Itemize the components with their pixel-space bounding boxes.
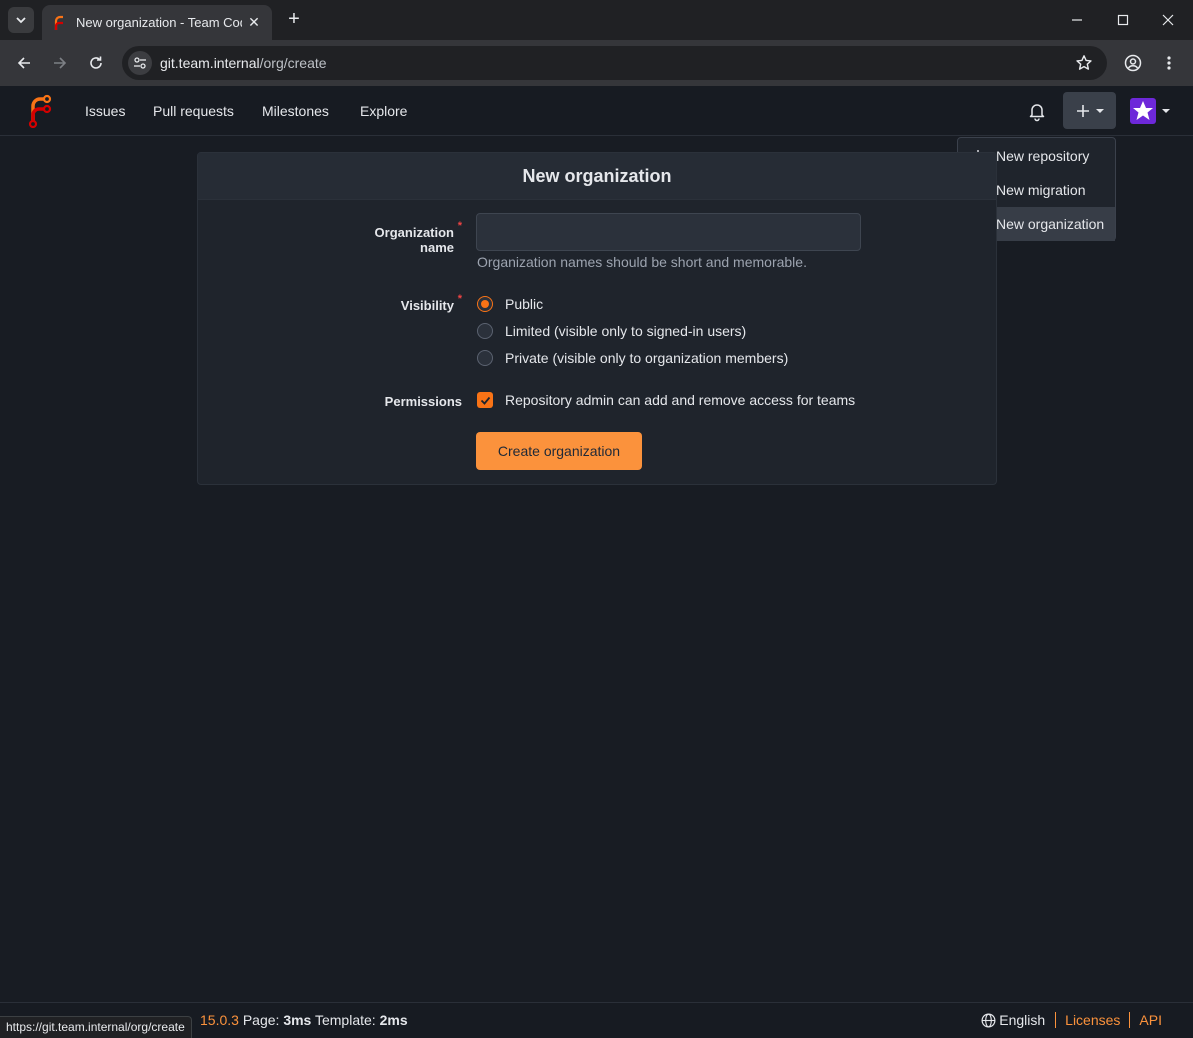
create-menu-button[interactable] (1063, 92, 1116, 129)
url-path: /org/create (259, 55, 327, 71)
caret-down-icon (1095, 108, 1104, 113)
create-organization-button[interactable]: Create organization (476, 432, 642, 470)
version-link[interactable]: 15.0.3 (200, 1012, 239, 1028)
user-avatar-star-icon (1133, 101, 1153, 120)
language-selector[interactable]: English (981, 1012, 1057, 1028)
user-menu-button[interactable] (1130, 98, 1174, 124)
close-window-button[interactable] (1156, 8, 1180, 32)
tab-title: New organization - Team Code (76, 15, 242, 30)
visibility-option-public[interactable]: Public (477, 296, 543, 312)
page-time: 3ms (283, 1012, 312, 1028)
browser-tabbar: New organization - Team Code ✕ + (0, 0, 1193, 40)
radio-limited[interactable] (477, 323, 493, 339)
arrow-left-icon (17, 57, 30, 69)
required-marker: * (457, 220, 462, 232)
close-icon (1162, 14, 1174, 26)
radio-label: Public (505, 296, 544, 312)
minimize-button[interactable] (1065, 8, 1089, 32)
checkbox-label: Repository admin can add and remove acce… (505, 392, 856, 408)
licenses-link[interactable]: Licenses (1056, 1012, 1129, 1028)
radio-private[interactable] (477, 350, 493, 366)
footer-version-info: 15.0.3 Page: 3ms Template: 2ms (200, 1012, 408, 1028)
address-bar[interactable]: git.team.internal/org/create (122, 46, 1107, 80)
menu-item-label: New migration (996, 182, 1086, 198)
new-tab-button[interactable]: + (283, 8, 305, 30)
site-info-button[interactable] (128, 51, 152, 75)
api-link[interactable]: API (1129, 1012, 1171, 1028)
visibility-option-private[interactable]: Private (visible only to organization me… (477, 350, 788, 366)
url-host: git.team.internal (160, 55, 260, 71)
plus-icon (1076, 104, 1089, 117)
radio-label: Limited (visible only to signed-in users… (505, 323, 747, 339)
nav-explore[interactable]: Explore (360, 103, 407, 119)
browser-tab-active[interactable]: New organization - Team Code ✕ (42, 5, 272, 40)
tune-icon (134, 57, 146, 69)
account-circle-icon (1124, 54, 1142, 72)
page-time-label: Page: (242, 1012, 280, 1028)
forward-button[interactable] (48, 51, 72, 75)
bookmark-star-icon[interactable] (1075, 54, 1093, 72)
notifications-bell-icon[interactable] (1026, 100, 1048, 122)
more-vertical-icon (1167, 56, 1171, 70)
avatar (1130, 98, 1156, 124)
chevron-down-icon (16, 17, 26, 24)
menu-item-label: New organization (996, 216, 1105, 232)
permissions-label: Permissions (384, 394, 462, 409)
maximize-icon (1117, 14, 1129, 26)
visibility-label: Visibility * (341, 293, 462, 313)
language-label: English (999, 1012, 1046, 1028)
radio-label: Private (visible only to organization me… (505, 350, 789, 366)
check-icon (480, 396, 490, 405)
org-name-help: Organization names should be short and m… (477, 254, 807, 270)
org-name-label: Organization name * (341, 220, 462, 255)
page-title: New organization (198, 153, 996, 200)
forgejo-favicon-icon (54, 15, 63, 30)
arrow-right-icon (54, 57, 67, 69)
org-name-input[interactable] (476, 213, 861, 251)
caret-down-icon (1162, 109, 1170, 113)
nav-milestones[interactable]: Milestones (262, 103, 329, 119)
menu-item-label: New repository (996, 148, 1090, 164)
visibility-option-limited[interactable]: Limited (visible only to signed-in users… (477, 323, 746, 339)
footer-links: English Licenses API (981, 1012, 1171, 1028)
nav-issues[interactable]: Issues (85, 103, 125, 119)
visibility-label-text: Visibility (400, 298, 454, 313)
browser-toolbar: git.team.internal/org/create (0, 40, 1193, 86)
template-time: 2ms (379, 1012, 408, 1028)
reload-button[interactable] (84, 51, 108, 75)
permissions-checkbox[interactable] (477, 392, 493, 408)
browser-menu-button[interactable] (1157, 51, 1181, 75)
nav-pull-requests[interactable]: Pull requests (153, 103, 234, 119)
maximize-button[interactable] (1111, 8, 1135, 32)
template-time-label: Template: (314, 1012, 376, 1028)
radio-public[interactable] (477, 296, 493, 312)
tab-close-icon[interactable]: ✕ (246, 14, 262, 31)
back-button[interactable] (12, 51, 36, 75)
org-name-label-text: Organization name (374, 225, 454, 255)
tab-search-button[interactable] (8, 7, 34, 33)
browser-status-url: https://git.team.internal/org/create (0, 1016, 192, 1038)
required-marker: * (457, 293, 462, 305)
profile-button[interactable] (1121, 51, 1145, 75)
minimize-icon (1072, 19, 1082, 21)
globe-icon (981, 1013, 996, 1027)
permissions-option[interactable]: Repository admin can add and remove acce… (477, 392, 855, 408)
new-organization-form: New organization Organization name * Org… (197, 152, 997, 485)
forgejo-logo-icon[interactable] (26, 94, 52, 128)
url-text: git.team.internal/org/create (160, 55, 327, 71)
app-navbar: Issues Pull requests Milestones Explore (0, 86, 1193, 136)
reload-icon (90, 56, 102, 69)
